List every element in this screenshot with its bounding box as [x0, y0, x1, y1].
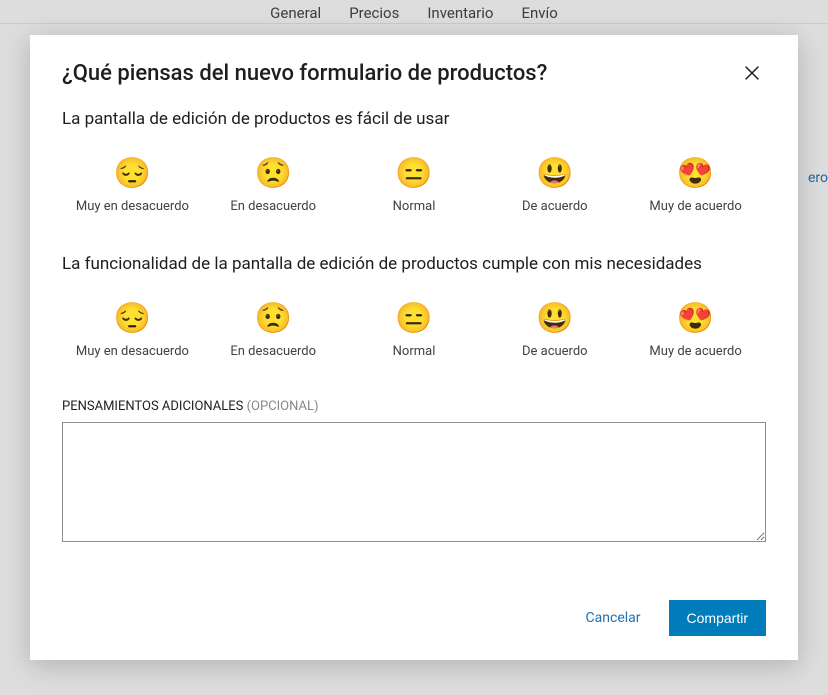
scale-label: Normal	[393, 199, 436, 214]
cancel-button[interactable]: Cancelar	[574, 602, 653, 634]
scale-label: En desacuerdo	[230, 344, 316, 359]
submit-button[interactable]: Compartir	[669, 600, 766, 636]
scale-label: De acuerdo	[522, 344, 588, 359]
scale-1-option-5[interactable]: 😍 Muy de acuerdo	[625, 159, 766, 214]
smiling-face-icon: 😃	[536, 159, 573, 189]
close-icon	[741, 62, 763, 84]
close-button[interactable]	[738, 59, 766, 87]
scale-2-option-1[interactable]: 😔 Muy en desacuerdo	[62, 304, 203, 359]
worried-face-icon: 😟	[255, 159, 292, 189]
heart-eyes-face-icon: 😍	[677, 159, 714, 189]
scale-1-option-2[interactable]: 😟 En desacuerdo	[203, 159, 344, 214]
heart-eyes-face-icon: 😍	[677, 304, 714, 334]
scale-label: De acuerdo	[522, 199, 588, 214]
comments-label: PENSAMIENTOS ADICIONALES (OPCIONAL)	[62, 399, 766, 414]
comments-optional: (OPCIONAL)	[247, 399, 319, 414]
worried-face-icon: 😟	[255, 304, 292, 334]
scale-2-option-3[interactable]: 😑 Normal	[344, 304, 485, 359]
scale-1-option-4[interactable]: 😃 De acuerdo	[484, 159, 625, 214]
scale-1-option-1[interactable]: 😔 Muy en desacuerdo	[62, 159, 203, 214]
scale-2-option-4[interactable]: 😃 De acuerdo	[484, 304, 625, 359]
smiling-face-icon: 😃	[536, 304, 573, 334]
scale-label: Muy en desacuerdo	[76, 344, 189, 359]
comments-textarea[interactable]	[62, 422, 766, 542]
scale-1: 😔 Muy en desacuerdo 😟 En desacuerdo 😑 No…	[62, 159, 766, 214]
question-1: La pantalla de edición de productos es f…	[62, 109, 766, 129]
scale-label: Normal	[393, 344, 436, 359]
scale-2: 😔 Muy en desacuerdo 😟 En desacuerdo 😑 No…	[62, 304, 766, 359]
scale-label: En desacuerdo	[230, 199, 316, 214]
modal-title: ¿Qué piensas del nuevo formulario de pro…	[62, 61, 547, 86]
pensive-face-icon: 😔	[114, 159, 151, 189]
scale-label: Muy en desacuerdo	[76, 199, 189, 214]
neutral-face-icon: 😑	[395, 159, 432, 189]
scale-2-option-5[interactable]: 😍 Muy de acuerdo	[625, 304, 766, 359]
scale-label: Muy de acuerdo	[649, 199, 741, 214]
question-2: La funcionalidad de la pantalla de edici…	[62, 254, 766, 274]
scale-2-option-2[interactable]: 😟 En desacuerdo	[203, 304, 344, 359]
scale-1-option-3[interactable]: 😑 Normal	[344, 159, 485, 214]
scale-label: Muy de acuerdo	[649, 344, 741, 359]
neutral-face-icon: 😑	[395, 304, 432, 334]
feedback-modal: ¿Qué piensas del nuevo formulario de pro…	[30, 35, 798, 660]
modal-body-scroll[interactable]: La pantalla de edición de productos es f…	[30, 99, 798, 580]
pensive-face-icon: 😔	[114, 304, 151, 334]
